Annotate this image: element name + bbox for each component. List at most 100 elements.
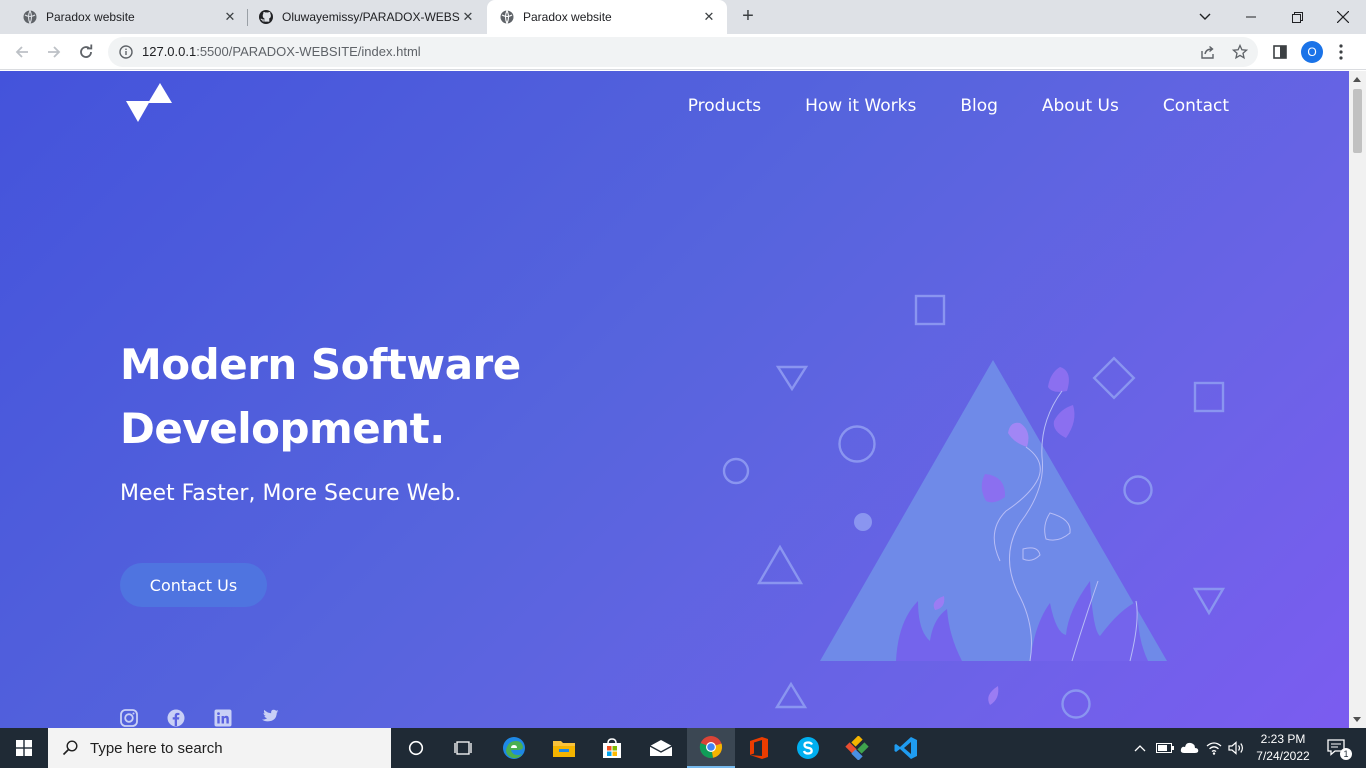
circle-outline-shape	[1123, 475, 1153, 505]
nav-link-blog[interactable]: Blog	[960, 96, 998, 116]
browser-menu-button[interactable]	[1330, 40, 1352, 64]
search-icon	[62, 740, 78, 756]
battery-icon[interactable]	[1154, 728, 1176, 768]
office-icon[interactable]	[735, 728, 783, 768]
scrollbar-thumb[interactable]	[1353, 89, 1362, 153]
page-viewport: Products How it Works Blog About Us Cont…	[0, 71, 1349, 728]
nav-link-how-it-works[interactable]: How it Works	[805, 96, 916, 116]
cortana-icon[interactable]	[392, 728, 440, 768]
windows-taskbar: Type here to search 2:23 PM 7/24/2022 1	[0, 728, 1366, 768]
show-hidden-icons-button[interactable]	[1130, 728, 1150, 768]
share-icon[interactable]	[1200, 45, 1215, 60]
mail-icon[interactable]	[637, 728, 685, 768]
browser-tab[interactable]: Paradox website ✕	[0, 0, 248, 34]
taskbar-search[interactable]: Type here to search	[48, 728, 391, 768]
hero-subtitle: Meet Faster, More Secure Web.	[120, 481, 462, 506]
arrow-left-icon	[15, 46, 28, 58]
wifi-icon[interactable]	[1203, 728, 1225, 768]
start-button[interactable]	[0, 728, 48, 768]
tab-title: Paradox website	[523, 10, 612, 24]
git-icon[interactable]	[833, 728, 881, 768]
close-tab-icon[interactable]: ✕	[701, 9, 717, 25]
site-logo[interactable]	[126, 83, 174, 123]
hero-title-line1: Modern Software	[120, 340, 521, 389]
chevron-up-icon	[1134, 745, 1146, 752]
globe-icon	[500, 10, 514, 24]
facebook-icon[interactable]	[167, 709, 186, 728]
browser-toolbar: 127.0.0.1:5500/PARADOX-WEBSITE/index.htm…	[0, 34, 1366, 70]
info-icon[interactable]	[119, 45, 133, 59]
edge-icon[interactable]	[490, 728, 538, 768]
taskbar-clock[interactable]: 2:23 PM 7/24/2022	[1250, 731, 1316, 765]
triangle-outline-shape	[774, 681, 808, 709]
tab-search-button[interactable]	[1182, 0, 1228, 34]
linkedin-icon[interactable]	[214, 709, 233, 728]
close-icon	[1337, 11, 1349, 23]
browser-tab[interactable]: Oluwayemissy/PARADOX-WEBSITE ✕	[248, 0, 486, 34]
site-nav: Products How it Works Blog About Us Cont…	[688, 96, 1229, 116]
url-host: 127.0.0.1	[142, 44, 197, 59]
globe-icon	[23, 10, 37, 24]
scroll-down-arrow-icon[interactable]	[1353, 717, 1361, 722]
nav-link-products[interactable]: Products	[688, 96, 761, 116]
close-tab-icon[interactable]: ✕	[222, 9, 238, 25]
store-icon[interactable]	[588, 728, 636, 768]
contact-us-button[interactable]: Contact Us	[120, 563, 267, 607]
arrow-right-icon	[48, 46, 61, 58]
reload-button[interactable]	[74, 40, 98, 64]
search-placeholder: Type here to search	[90, 739, 223, 757]
forward-button[interactable]	[42, 40, 66, 64]
restore-icon	[1291, 11, 1303, 23]
new-tab-button[interactable]: +	[737, 6, 759, 28]
triangle-outline-shape	[1192, 587, 1226, 616]
task-view-icon[interactable]	[440, 728, 488, 768]
scroll-up-arrow-icon[interactable]	[1353, 77, 1361, 82]
cloud-sync-icon[interactable]	[1178, 728, 1202, 768]
instagram-icon[interactable]	[120, 709, 139, 728]
action-center-button[interactable]: 1	[1320, 728, 1354, 768]
side-panel-button[interactable]	[1268, 40, 1292, 64]
hero-title-line2: Development.	[120, 404, 445, 453]
close-window-button[interactable]	[1320, 0, 1366, 34]
tab-title: Oluwayemissy/PARADOX-WEBSITE	[282, 10, 460, 24]
hero-illustration	[722, 294, 1226, 719]
square-outline-shape	[1193, 381, 1225, 413]
browser-tab-active[interactable]: Paradox website ✕	[487, 0, 727, 34]
notification-badge: 1	[1340, 748, 1352, 760]
nav-link-about-us[interactable]: About Us	[1042, 96, 1119, 116]
hero-title: Modern Software Development.	[120, 333, 521, 461]
restore-button[interactable]	[1274, 0, 1320, 34]
minimize-icon	[1246, 16, 1256, 18]
clock-time: 2:23 PM	[1260, 732, 1306, 746]
reload-icon	[80, 44, 93, 58]
page-scrollbar[interactable]	[1349, 71, 1366, 728]
windows-logo-icon	[16, 740, 32, 756]
square-outline-shape	[914, 294, 946, 326]
github-icon	[259, 10, 273, 24]
url-path: :5500/PARADOX-WEBSITE/index.html	[196, 44, 421, 59]
close-tab-icon[interactable]: ✕	[460, 9, 476, 25]
twitter-icon[interactable]	[261, 709, 280, 728]
address-bar[interactable]: 127.0.0.1:5500/PARADOX-WEBSITE/index.htm…	[108, 37, 1258, 67]
browser-tabstrip: Paradox website ✕ Oluwayemissy/PARADOX-W…	[0, 0, 1366, 34]
chevron-down-icon	[1199, 13, 1211, 20]
volume-icon[interactable]	[1226, 728, 1248, 768]
skype-icon[interactable]	[784, 728, 832, 768]
vscode-icon[interactable]	[882, 728, 930, 768]
back-button[interactable]	[10, 40, 34, 64]
bookmark-star-icon[interactable]	[1232, 44, 1248, 60]
minimize-button[interactable]	[1228, 0, 1274, 34]
nav-link-contact[interactable]: Contact	[1163, 96, 1229, 116]
dot-shape	[854, 513, 872, 531]
circle-outline-shape	[722, 457, 750, 485]
clock-date: 7/24/2022	[1256, 749, 1310, 763]
profile-avatar[interactable]: O	[1301, 41, 1323, 63]
circle-outline-shape	[838, 425, 876, 463]
file-explorer-icon[interactable]	[540, 728, 588, 768]
chrome-icon[interactable]	[687, 728, 735, 768]
kebab-menu-icon	[1339, 44, 1343, 60]
large-triangle-shape	[820, 360, 1167, 661]
side-panel-icon	[1273, 45, 1287, 59]
triangle-outline-shape	[775, 365, 809, 392]
social-links	[120, 709, 280, 728]
